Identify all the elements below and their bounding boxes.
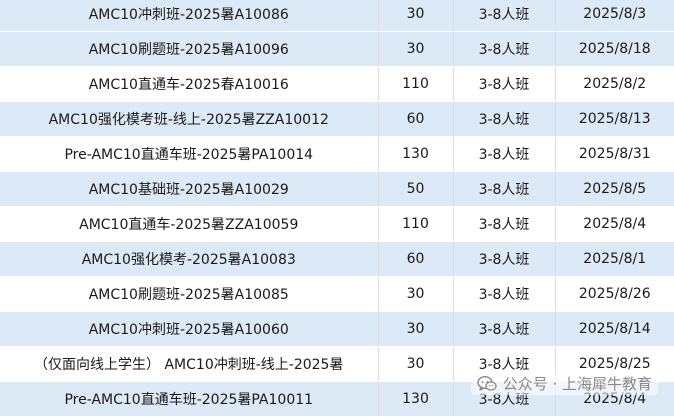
class-size-cell: 3-8人班 <box>453 31 556 67</box>
table-row: AMC10直通车-2025暑ZZA10059 110 3-8人班 2025/8/… <box>0 206 674 242</box>
class-count-cell: 110 <box>378 66 454 102</box>
course-name-cell: Pre-AMC10直通车班-2025暑PA10014 <box>0 136 379 172</box>
class-count-cell: 30 <box>378 0 454 32</box>
class-size-cell: 3-8人班 <box>453 101 556 137</box>
class-count-cell: 60 <box>378 241 454 277</box>
class-size-cell: 3-8人班 <box>453 241 556 277</box>
course-name-cell: （仅面向线上学生） AMC10冲刺班-线上-2025暑 <box>0 346 379 382</box>
course-name-cell: AMC10强化模考班-线上-2025暑ZZA10012 <box>0 101 379 137</box>
table-row: AMC10强化模考-2025暑A10083 60 3-8人班 2025/8/1 <box>0 241 674 277</box>
table-row: AMC10基础班-2025暑A10029 50 3-8人班 2025/8/5 <box>0 171 674 207</box>
table-row: AMC10直通车-2025春A10016 110 3-8人班 2025/8/2 <box>0 66 674 102</box>
class-size-cell: 3-8人班 <box>453 206 556 242</box>
start-date-cell: 2025/8/14 <box>555 311 674 347</box>
class-size-cell: 3-8人班 <box>453 276 556 312</box>
class-count-cell: 130 <box>378 381 454 417</box>
class-count-cell: 30 <box>378 276 454 312</box>
table-row: AMC10冲刺班-2025暑A10060 30 3-8人班 2025/8/14 <box>0 311 674 347</box>
table-row: AMC10刷题班-2025暑A10085 30 3-8人班 2025/8/26 <box>0 276 674 312</box>
class-size-cell: 3-8人班 <box>453 0 556 32</box>
course-name-cell: AMC10直通车-2025暑ZZA10059 <box>0 206 379 242</box>
start-date-cell: 2025/8/4 <box>555 206 674 242</box>
class-count-cell: 50 <box>378 171 454 207</box>
start-date-cell: 2025/8/2 <box>555 66 674 102</box>
table-row: AMC10冲刺班-2025暑A10086 30 3-8人班 2025/8/3 <box>0 0 674 32</box>
start-date-cell: 2025/8/3 <box>555 0 674 32</box>
class-size-cell: 3-8人班 <box>453 66 556 102</box>
start-date-cell: 2025/8/5 <box>555 171 674 207</box>
course-name-cell: AMC10刷题班-2025暑A10085 <box>0 276 379 312</box>
class-size-cell: 3-8人班 <box>453 311 556 347</box>
wechat-icon <box>476 375 497 391</box>
watermark-text: 公众号 · 上海犀牛教育 <box>502 375 652 393</box>
table-row: Pre-AMC10直通车班-2025暑PA10014 130 3-8人班 202… <box>0 136 674 172</box>
course-name-cell: AMC10基础班-2025暑A10029 <box>0 171 379 207</box>
class-count-cell: 30 <box>378 311 454 347</box>
start-date-cell: 2025/8/13 <box>555 101 674 137</box>
start-date-cell: 2025/8/31 <box>555 136 674 172</box>
start-date-cell: 2025/8/1 <box>555 241 674 277</box>
course-name-cell: AMC10直通车-2025春A10016 <box>0 66 379 102</box>
course-name-cell: AMC10冲刺班-2025暑A10086 <box>0 0 379 32</box>
class-count-cell: 110 <box>378 206 454 242</box>
course-name-cell: AMC10强化模考-2025暑A10083 <box>0 241 379 277</box>
class-count-cell: 30 <box>378 346 454 382</box>
class-count-cell: 130 <box>378 136 454 172</box>
table-row: AMC10强化模考班-线上-2025暑ZZA10012 60 3-8人班 202… <box>0 101 674 137</box>
class-count-cell: 30 <box>378 31 454 67</box>
class-size-cell: 3-8人班 <box>453 171 556 207</box>
course-name-cell: AMC10冲刺班-2025暑A10060 <box>0 311 379 347</box>
start-date-cell: 2025/8/26 <box>555 276 674 312</box>
course-name-cell: AMC10刷题班-2025暑A10096 <box>0 31 379 67</box>
watermark: 公众号 · 上海犀牛教育 <box>470 372 658 395</box>
table-row: AMC10刷题班-2025暑A10096 30 3-8人班 2025/8/18 <box>0 31 674 67</box>
class-count-cell: 60 <box>378 101 454 137</box>
course-name-cell: Pre-AMC10直通车班-2025暑PA10011 <box>0 381 379 417</box>
course-table: AMC10冲刺班-2025暑A10086 30 3-8人班 2025/8/3 A… <box>0 0 674 417</box>
start-date-cell: 2025/8/18 <box>555 31 674 67</box>
class-size-cell: 3-8人班 <box>453 136 556 172</box>
